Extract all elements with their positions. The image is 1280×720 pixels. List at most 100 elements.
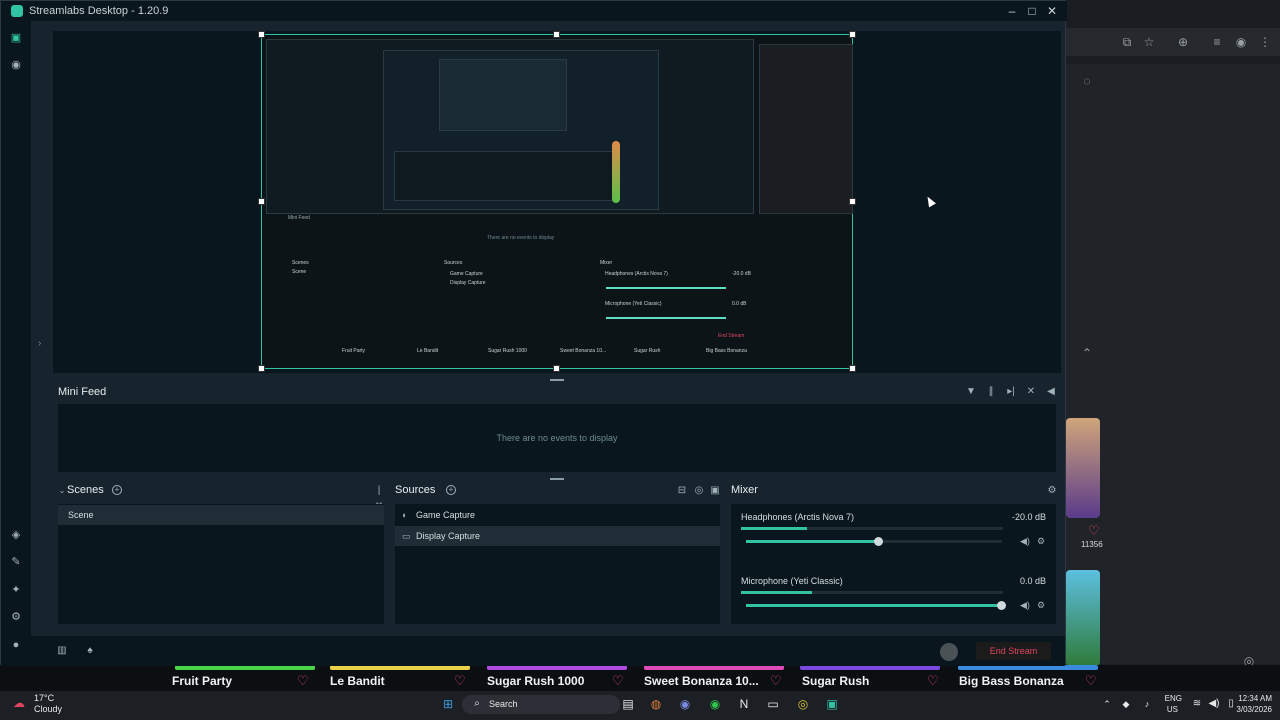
game-title[interactable]: Big Bass Bonanza [959,674,1064,688]
source-item[interactable]: ◐ Game Capture [395,505,720,525]
resize-handle[interactable] [849,198,856,205]
volume-tray-icon[interactable]: ◀) [1205,695,1223,713]
more-icon[interactable]: ⋮ [1258,35,1272,49]
volume-fader[interactable] [746,601,1006,610]
mixer-title: Mixer [731,484,758,496]
resize-handle[interactable] [849,31,856,38]
mute-alerts-icon[interactable]: ✕ [1025,386,1037,398]
filter-icon[interactable]: ▼ [965,386,977,398]
tray-app-icon[interactable]: ◆ [1117,695,1135,713]
heart-icon[interactable]: ♡ [1088,523,1100,539]
heart-icon[interactable]: ♡ [612,673,624,689]
minimize-icon[interactable]: – [1004,3,1020,19]
spotify-icon[interactable]: ◉ [706,695,724,713]
game-title[interactable]: Sugar Rush 1000 [487,674,584,688]
source-settings-icon[interactable]: ▣ [709,485,721,497]
nested-end-stream: End Stream [718,333,745,339]
live-icon[interactable]: ◉ [9,58,23,72]
firefox-icon[interactable]: ◍ [647,695,665,713]
star-icon[interactable]: ☆ [1142,35,1156,49]
game-thumbnail[interactable] [1066,570,1100,666]
highlighter-icon[interactable]: ✎ [9,555,23,569]
playlist-icon[interactable]: ≡ [1210,35,1224,49]
extensions-icon[interactable]: ⊕ [1176,35,1190,49]
notifications-icon[interactable]: ♠ [84,645,96,657]
sources-list: ◐ Game Capture ▭ Display Capture [395,504,720,624]
resize-handle[interactable] [849,365,856,372]
game-title[interactable]: Fruit Party [172,674,232,688]
start-icon[interactable]: ⊞ [439,695,457,713]
profile-icon[interactable]: ● [9,638,23,652]
add-scene-icon[interactable]: + [112,485,122,495]
stats-icon[interactable]: ▥ [56,645,68,657]
heart-icon[interactable]: ♡ [927,673,939,689]
end-stream-button[interactable]: End Stream [976,642,1051,660]
settings-icon[interactable]: ⚙ [9,610,23,624]
wifi-icon[interactable]: ≋ [1188,695,1206,713]
editor-footer [31,636,1065,666]
game-title[interactable]: Sugar Rush [802,674,869,688]
game-title[interactable]: Sweet Bonanza 10... [644,674,759,688]
mixer-settings-icon[interactable]: ⚙ [1046,485,1058,497]
microphone-icon[interactable]: ♪ [1138,695,1156,713]
folder-icon[interactable]: ⊟ [676,485,688,497]
skip-icon[interactable]: ▸| [1005,386,1017,398]
fader-knob[interactable] [997,601,1006,610]
tools-icon[interactable]: ✦ [9,583,23,597]
heart-icon[interactable]: ♡ [770,673,782,689]
track-settings-icon[interactable]: ⚙ [1037,600,1045,611]
close-icon[interactable]: ✕ [1044,3,1060,19]
heart-icon[interactable]: ♡ [454,673,466,689]
panel-resize-grip[interactable] [550,478,564,480]
resize-handle[interactable] [553,365,560,372]
add-source-icon[interactable]: + [446,485,456,495]
stream-preview[interactable]: Mini Feed There are no events to display… [261,34,853,369]
chevron-right-icon[interactable]: › [38,338,41,349]
game-thumbnail[interactable] [1066,418,1100,518]
file-explorer-icon[interactable]: ▤ [619,695,637,713]
resize-handle[interactable] [258,198,265,205]
chat-icon[interactable]: ◌ [1080,74,1094,88]
volume-icon[interactable]: ◀ [1045,386,1057,398]
track-settings-icon[interactable]: ⚙ [1037,536,1045,547]
resize-handle[interactable] [258,31,265,38]
maximize-icon[interactable]: □ [1024,3,1040,19]
search-label: Search [489,699,518,709]
resize-handle[interactable] [553,31,560,38]
tray-chevron-icon[interactable]: ⌃ [1098,695,1116,713]
source-label: Game Capture [416,510,476,520]
streamlabs-window: Streamlabs Desktop - 1.20.9 – □ ✕ ▣ ◉ ◈ … [0,0,1067,666]
chrome-icon[interactable]: ◎ [794,695,812,713]
weather-icon[interactable]: ☁ [10,694,28,712]
volume-fader[interactable] [746,537,1002,546]
themes-icon[interactable]: ◈ [9,528,23,542]
pause-icon[interactable]: ∥ [985,386,997,398]
notion-icon[interactable]: N [735,695,753,713]
speaker-icon[interactable]: ◀) [1020,536,1030,547]
panel-resize-grip[interactable] [550,379,564,381]
weather-desc: Cloudy [34,704,63,714]
track-name: Microphone (Yeti Classic) [741,576,843,586]
streamlabs-icon[interactable]: ▣ [823,695,841,713]
share-icon[interactable]: ⧉ [1120,35,1134,49]
nested-game-5: Sugar Rush [634,348,661,354]
nested-thumb [612,141,620,203]
expand-icon[interactable]: ⌃ [1080,346,1094,360]
nested-mixer-title: Mixer [600,260,613,266]
transition-icon[interactable]: |↔ [373,485,385,508]
record-button[interactable] [940,643,958,661]
heart-icon[interactable]: ♡ [1085,673,1097,689]
discord-icon[interactable]: ◉ [676,695,694,713]
speaker-icon[interactable]: ◀) [1020,600,1030,611]
editor-icon[interactable]: ▣ [9,31,23,45]
terminal-icon[interactable]: ▭ [764,695,782,713]
heart-icon[interactable]: ♡ [297,673,309,689]
resize-handle[interactable] [258,365,265,372]
eye-icon[interactable]: ◎ [693,485,705,497]
weather-temp: 17°C [34,693,55,703]
profile-icon[interactable]: ◉ [1234,35,1248,49]
sidebar: ▣ ◉ ◈ ✎ ✦ ⚙ ● [1,21,31,666]
source-item[interactable]: ▭ Display Capture [395,526,720,546]
scene-item[interactable]: Scene [58,505,384,525]
game-title[interactable]: Le Bandit [330,674,385,688]
